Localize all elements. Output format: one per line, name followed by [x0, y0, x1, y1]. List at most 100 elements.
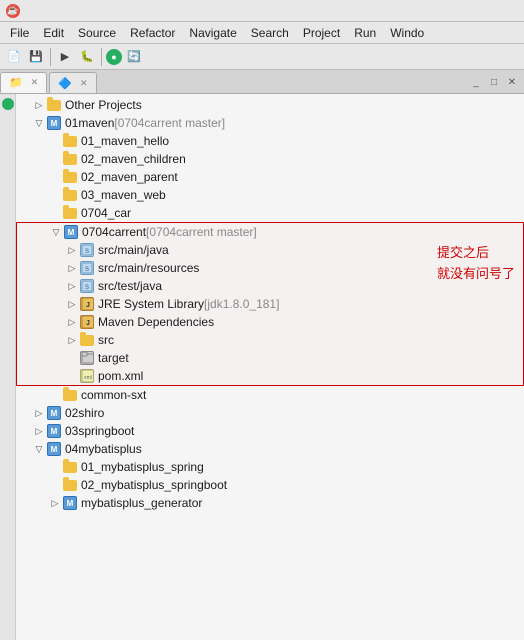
tree-node-src-main-resources[interactable]: ▷Ssrc/main/resources	[17, 259, 523, 277]
tree-node-02shiro[interactable]: ▷M02shiro	[16, 404, 524, 422]
svg-text:S: S	[85, 249, 89, 255]
folder-icon	[62, 151, 78, 167]
maximize-button[interactable]: □	[486, 75, 502, 91]
tab-package-explorer[interactable]: 📁 ✕	[0, 72, 47, 93]
tree-node-02maven-parent[interactable]: 02_maven_parent	[16, 168, 524, 186]
node-label-03springboot: 03springboot	[65, 424, 134, 438]
expand-icon[interactable]: ▷	[32, 408, 46, 419]
node-label-pom-xml: pom.xml	[98, 369, 143, 383]
tree-node-target[interactable]: target	[17, 349, 523, 367]
menu-item-search[interactable]: Search	[245, 24, 295, 42]
tree-node-03springboot[interactable]: ▷M03springboot	[16, 422, 524, 440]
tree-node-src-test-java[interactable]: ▷ Ssrc/test/java	[17, 277, 523, 295]
tree-node-other-projects[interactable]: ▷Other Projects	[16, 96, 524, 114]
new-button[interactable]: 📄	[4, 47, 24, 67]
node-label-jre-system: JRE System Library	[98, 297, 204, 311]
tree-node-03maven-web[interactable]: 03_maven_web	[16, 186, 524, 204]
tree-node-pom-xml[interactable]: xml pom.xml	[17, 367, 523, 385]
tree-node-src-main-java[interactable]: ▷Ssrc/main/java	[17, 241, 523, 259]
gutter-indicator[interactable]	[2, 98, 14, 110]
maven-project-icon: M	[46, 405, 62, 421]
folder-icon	[62, 169, 78, 185]
refresh-button[interactable]: 🔄	[124, 47, 144, 67]
node-label-01maven-hello: 01_maven_hello	[81, 134, 169, 148]
maven-project-icon: M	[63, 224, 79, 240]
left-gutter	[0, 94, 16, 640]
svg-text:S: S	[85, 285, 89, 291]
tree-node-01maven[interactable]: ▽M01maven [0704carrent master]	[16, 114, 524, 132]
close-button[interactable]: ✕	[504, 75, 520, 91]
tree-node-src[interactable]: ▷ src	[17, 331, 523, 349]
tree-node-04mybatisplus[interactable]: ▽M04mybatisplus	[16, 440, 524, 458]
debug-button[interactable]: 🐛	[77, 47, 97, 67]
node-label-04mybatisplus: 04mybatisplus	[65, 442, 142, 456]
svg-text:J: J	[86, 302, 90, 309]
node-label-extra-jre-system: [jdk1.8.0_181]	[204, 297, 279, 311]
node-label-src: src	[98, 333, 114, 347]
node-label-02maven-children: 02_maven_children	[81, 152, 186, 166]
folder-icon	[62, 477, 78, 493]
svg-text:J: J	[86, 320, 90, 327]
jar-icon: J	[79, 296, 95, 312]
expand-icon[interactable]: ▽	[32, 118, 46, 129]
menu-item-windo[interactable]: Windo	[384, 24, 430, 42]
node-label-02shiro: 02shiro	[65, 406, 104, 420]
expand-icon[interactable]: ▷	[48, 498, 62, 509]
tree-node-common-sxt[interactable]: common-sxt	[16, 386, 524, 404]
folder-icon	[62, 133, 78, 149]
node-label-maven-deps: Maven Dependencies	[98, 315, 214, 329]
node-label-src-test-java: src/test/java	[98, 279, 162, 293]
menu-item-refactor[interactable]: Refactor	[124, 24, 181, 42]
node-label-src-main-resources: src/main/resources	[98, 261, 199, 275]
node-label-03maven-web: 03_maven_web	[81, 188, 166, 202]
menu-item-source[interactable]: Source	[72, 24, 122, 42]
tree-node-0704-car[interactable]: 0704_car	[16, 204, 524, 222]
expand-icon[interactable]: ▷	[32, 426, 46, 437]
expand-icon[interactable]: ▷	[65, 317, 79, 328]
tree-node-mybatisplus-generator[interactable]: ▷Mmybatisplus_generator	[16, 494, 524, 512]
src-folder-icon: S	[79, 278, 95, 294]
tree-node-01maven-hello[interactable]: 01_maven_hello	[16, 132, 524, 150]
toolbar: 📄 💾 ▶ 🐛 ● 🔄	[0, 44, 524, 70]
tab-bar: 📁 ✕ 🔷 ✕ _ □ ✕	[0, 70, 524, 94]
jar-icon: J	[79, 314, 95, 330]
expand-icon[interactable]: ▷	[65, 245, 79, 256]
menu-item-project[interactable]: Project	[297, 24, 346, 42]
expand-icon[interactable]: ▽	[32, 444, 46, 455]
run-button[interactable]: ▶	[55, 47, 75, 67]
expand-icon[interactable]: ▷	[65, 335, 79, 346]
title-bar: ☕	[0, 0, 524, 22]
tree-node-0704carrent[interactable]: ▽M0704carrent [0704carrent master]	[17, 223, 523, 241]
expand-icon[interactable]: ▽	[49, 227, 63, 238]
tab-type-hierarchy[interactable]: 🔷 ✕	[49, 72, 96, 93]
tree-node-jre-system[interactable]: ▷ J JRE System Library [jdk1.8.0_181]	[17, 295, 523, 313]
tree-node-01mybatisplus-spring[interactable]: 01_mybatisplus_spring	[16, 458, 524, 476]
node-label-02mybatisplus-springboot: 02_mybatisplus_springboot	[81, 478, 227, 492]
maven-project-icon: M	[46, 441, 62, 457]
expand-icon[interactable]: ▷	[32, 100, 46, 111]
tree-area[interactable]: ▷Other Projects▽M01maven [0704carrent ma…	[16, 94, 524, 640]
tab-close-icon-2[interactable]: ✕	[80, 78, 88, 89]
menu-item-edit[interactable]: Edit	[37, 24, 70, 42]
tab-actions: _ □ ✕	[468, 72, 524, 93]
expand-icon[interactable]: ▷	[65, 263, 79, 274]
node-label-0704carrent: 0704carrent	[82, 225, 146, 239]
expand-icon[interactable]: ▷	[65, 281, 79, 292]
xml-file-icon: xml	[79, 368, 95, 384]
node-label-extra-01maven: [0704carrent master]	[114, 116, 225, 130]
tab-close-icon[interactable]: ✕	[31, 77, 39, 88]
tree-node-02maven-children[interactable]: 02_maven_children	[16, 150, 524, 168]
folder-icon	[79, 332, 95, 348]
menu-item-navigate[interactable]: Navigate	[183, 24, 242, 42]
tree-node-maven-deps[interactable]: ▷ J Maven Dependencies	[17, 313, 523, 331]
app-icon: ☕	[6, 4, 20, 18]
minimize-button[interactable]: _	[468, 75, 484, 91]
save-button[interactable]: 💾	[26, 47, 46, 67]
src-folder-icon: S	[79, 260, 95, 276]
svg-text:xml: xml	[84, 375, 92, 381]
node-label-common-sxt: common-sxt	[81, 388, 146, 402]
menu-item-file[interactable]: File	[4, 24, 35, 42]
menu-item-run[interactable]: Run	[348, 24, 382, 42]
expand-icon[interactable]: ▷	[65, 299, 79, 310]
tree-node-02mybatisplus-springboot[interactable]: 02_mybatisplus_springboot	[16, 476, 524, 494]
